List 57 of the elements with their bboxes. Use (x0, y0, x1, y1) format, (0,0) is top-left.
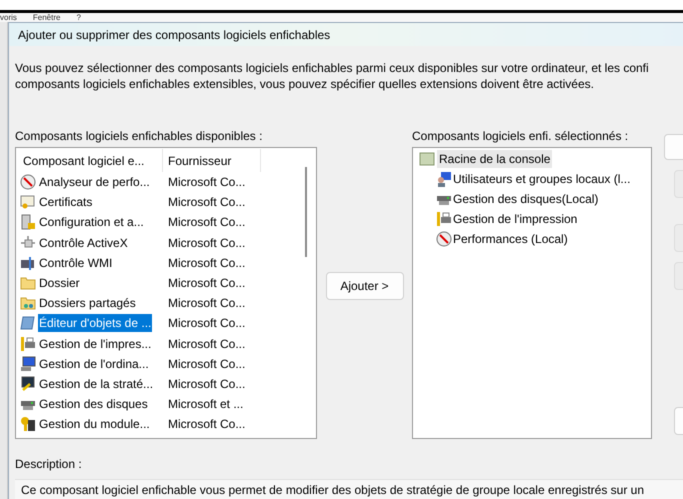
vendor-cell-text: Microsoft Co... (167, 315, 246, 332)
vendor-cell-text: Microsoft Co... (167, 336, 246, 353)
snapin-name[interactable]: Configuration et a... (38, 213, 145, 232)
computer-key-icon (20, 376, 36, 392)
snapin-name[interactable]: Gestion de l'impres... (38, 334, 152, 353)
vendor-cell-text: Microsoft et ... (167, 396, 244, 414)
snapin-name[interactable]: Éditeur d'objets de ... (38, 314, 152, 332)
vendor-cell-text: Microsoft Co... (167, 254, 246, 272)
scroll-icon (20, 315, 36, 332)
menu-item[interactable]: Fenêtre (32, 13, 60, 22)
tree-item[interactable]: Performances (Local) (453, 230, 568, 248)
folder-icon (20, 275, 36, 292)
vendor-cell-text: Microsoft Co... (167, 194, 246, 212)
available-label: Composants logiciels enfichables disponibles : (15, 128, 264, 144)
add-button[interactable]: Ajouter > (326, 272, 404, 300)
column-header[interactable]: Composant logiciel e... (18, 149, 163, 172)
vendor-cell-text: Microsoft Co... (167, 356, 246, 373)
selected-label: Composants logiciels enfi. sélectionnés : (412, 128, 630, 144)
description-label: Description : (15, 456, 83, 472)
vendor-cell-text: Microsoft Co... (167, 214, 246, 232)
tree-item[interactable]: Racine de la console (437, 150, 552, 168)
users-computer-icon (436, 171, 452, 187)
snapin-name[interactable]: Dossier (38, 274, 81, 292)
snapin-name[interactable]: Contrôle ActiveX (38, 234, 129, 252)
intro-text: composants logiciels enfichables extensibles, vous pouvez spécifier quelles extensions doivent être activées. (15, 76, 595, 92)
column-header[interactable]: Fournisseur (163, 149, 261, 172)
folder-icon (419, 151, 435, 167)
vendor-cell-text: Microsoft Co... (167, 234, 246, 252)
snapin-name[interactable]: Dossiers partagés (38, 294, 137, 312)
certificate-icon (20, 194, 36, 210)
vendor-cell-text: Microsoft Co... (167, 174, 246, 192)
snapin-name[interactable]: Certificats (38, 193, 94, 212)
vendor-cell-text: Microsoft Co... (167, 275, 246, 292)
snapin-name[interactable]: Contrôle WMI (38, 254, 114, 272)
snapin-name[interactable]: Gestion des disques (38, 395, 149, 414)
intro-text: Vous pouvez sélectionner des composants logiciels enfichables parmi ceux disponibles sur votre ordinateur, et les confi (15, 60, 650, 76)
menu-item[interactable]: ? (76, 13, 81, 22)
snapin-name[interactable]: Gestion du module... (38, 415, 151, 434)
vendor-cell-text: Microsoft Co... (167, 376, 246, 393)
computer-icon (20, 356, 36, 372)
snapin-name[interactable]: Gestion de la straté... (38, 374, 154, 393)
printer-icon (20, 336, 36, 352)
scrollbar-thumb[interactable] (305, 167, 307, 257)
dialog-title: Ajouter ou supprimer des composants logiciels enfichables (18, 26, 330, 44)
description-text: Ce composant logiciel enfichable vous permet de modifier des objets de stratégie de groupe locale enregistrés sur un (21, 482, 644, 498)
printer-icon (436, 211, 452, 227)
tree-item[interactable]: Gestion de l'impression (453, 210, 578, 228)
server-lock-icon (20, 214, 36, 230)
tree-item[interactable]: Gestion des disques(Local) (453, 190, 598, 208)
snapin-name[interactable]: Analyseur de perfo... (38, 173, 151, 192)
tree-item[interactable]: Utilisateurs et groupes locaux (l... (453, 170, 630, 188)
vendor-cell-text: Microsoft Co... (167, 295, 246, 312)
key-icon (20, 416, 36, 432)
vendor-cell-text: Microsoft Co... (167, 416, 246, 434)
shared-folder-icon (20, 295, 36, 312)
snapin-name[interactable]: Gestion de l'ordina... (38, 354, 150, 373)
menu-item[interactable]: voris (0, 13, 17, 22)
